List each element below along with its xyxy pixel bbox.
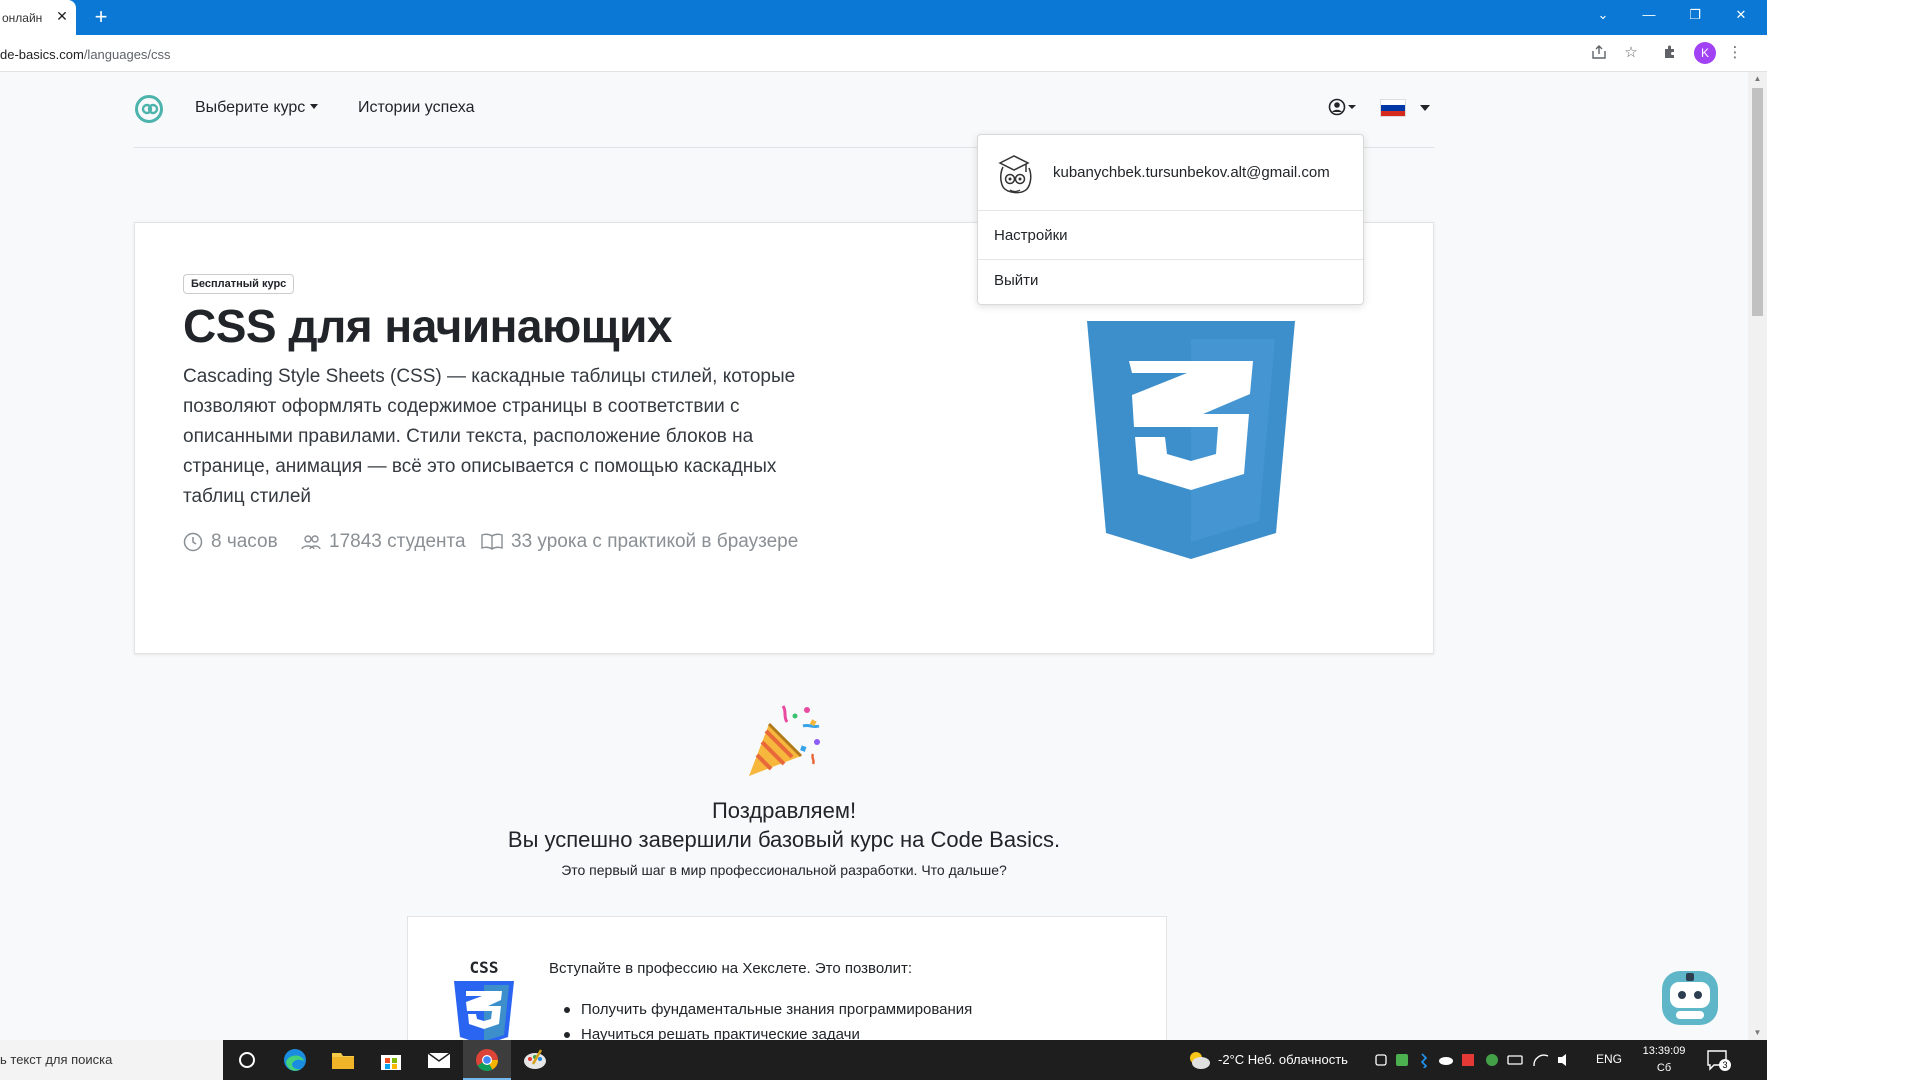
share-icon[interactable]: [1590, 44, 1608, 62]
congrats-subtitle: Вы успешно завершили базовый курс на Cod…: [507, 827, 1061, 852]
microsoft-store-icon[interactable]: [367, 1040, 415, 1080]
chrome-taskbar-icon[interactable]: [463, 1040, 511, 1080]
hexlet-promo-card: CSS Вступайте в профессию на Хекслете. Э…: [407, 916, 1167, 1040]
clock-time: 13:39:09: [1642, 1045, 1686, 1057]
minimize-button[interactable]: —: [1626, 0, 1672, 30]
lessons-text: 33 урока с практикой в браузере: [511, 531, 799, 552]
taskbar-clock[interactable]: 13:39:09 Сб 12.02.22: [1634, 1043, 1694, 1080]
course-description: Cascading Style Sheets (CSS) — каскадные…: [183, 366, 796, 507]
css-logo-text: CSS: [470, 959, 499, 977]
user-dropdown-menu: kubanychbek.tursunbekov.alt@gmail.com На…: [977, 134, 1364, 305]
duration-stat: 8 часов: [183, 531, 278, 553]
book-icon: [481, 533, 503, 550]
system-tray-icons[interactable]: [1374, 1052, 1594, 1068]
extensions-icon[interactable]: [1661, 44, 1679, 62]
duration-text: 8 часов: [211, 531, 278, 552]
dropdown-profile-header: kubanychbek.tursunbekov.alt@gmail.com: [978, 135, 1363, 211]
css3-logo: [1087, 321, 1295, 559]
scroll-up-arrow-icon[interactable]: ▲: [1748, 72, 1767, 86]
profile-avatar[interactable]: K: [1694, 42, 1716, 64]
tab-close-icon[interactable]: ✕: [54, 8, 70, 24]
user-circle-icon: [1328, 98, 1356, 116]
edge-icon[interactable]: [271, 1040, 319, 1080]
user-menu-button[interactable]: [1326, 96, 1360, 118]
page-viewport: Выберите курс Истории успеха Бесплатный …: [0, 72, 1748, 1040]
people-icon: [301, 535, 321, 550]
clock-date: Сб 12.02.22: [1643, 1062, 1686, 1080]
list-item: Получить фундаментальные знания программ…: [549, 997, 972, 1022]
bookmark-star-icon[interactable]: ☆: [1622, 44, 1640, 62]
search-placeholder: ь текст для поиска: [0, 1052, 113, 1067]
new-tab-button[interactable]: +: [90, 6, 112, 28]
promo-intro: Вступайте в профессию на Хекслете. Это п…: [549, 960, 913, 977]
page-scrollbar[interactable]: ▲ ▼: [1748, 72, 1767, 1040]
task-view-icon[interactable]: [223, 1040, 271, 1080]
chatbot-launcher-icon[interactable]: [1658, 967, 1722, 1029]
students-text: 17843 студента: [329, 531, 466, 552]
url-host: de-basics.com: [0, 47, 84, 62]
scroll-down-arrow-icon[interactable]: ▼: [1748, 1026, 1767, 1040]
restore-button[interactable]: ❐: [1672, 0, 1718, 30]
code-basics-logo[interactable]: [134, 94, 164, 124]
congrats-note: Это первый шаг в мир профессиональной ра…: [561, 862, 1007, 878]
close-window-button[interactable]: ✕: [1718, 0, 1764, 30]
address-bar[interactable]: de-basics.com/languages/css: [0, 39, 1590, 68]
chevron-down-icon: [1420, 105, 1430, 111]
course-stats: 8 часов 17843 студента 33 урока с практи…: [183, 531, 983, 561]
course-menu-dropdown[interactable]: Выберите курс: [195, 99, 318, 117]
promo-benefits-list: Получить фундаментальные знания программ…: [549, 997, 972, 1040]
browser-tab[interactable]: онлайн с ✕: [0, 0, 76, 35]
url-text: de-basics.com/languages/css: [0, 47, 171, 62]
scrollbar-thumb[interactable]: [1752, 88, 1763, 316]
lessons-stat: 33 урока с практикой в браузере: [481, 531, 798, 553]
party-popper-icon: [749, 705, 820, 776]
right-blank-area: [1767, 0, 1920, 1080]
course-title: CSS для начинающих: [183, 300, 672, 352]
user-email: kubanychbek.tursunbekov.alt@gmail.com: [1053, 164, 1330, 181]
url-path: /languages/css: [83, 47, 171, 62]
clock-icon: [183, 532, 203, 552]
tab-search-icon[interactable]: ⌄: [1580, 0, 1626, 30]
notification-count: 3: [1719, 1059, 1731, 1071]
weather-text[interactable]: -2°C Неб. облачность: [1218, 1052, 1348, 1067]
browser-toolbar: de-basics.com/languages/css ☆ K ⋮: [0, 35, 1767, 72]
notification-center-icon[interactable]: 3: [1706, 1049, 1731, 1071]
list-item: Научиться решать практические задачи: [549, 1022, 972, 1040]
windows-taskbar: ь текст для поиска -2°C Неб. облачность: [0, 1040, 1767, 1080]
weather-cloud-sun-icon[interactable]: [1187, 1049, 1211, 1071]
chrome-menu-icon[interactable]: ⋮: [1726, 44, 1744, 62]
logout-menu-item[interactable]: Выйти: [978, 256, 1363, 305]
success-stories-link[interactable]: Истории успеха: [358, 99, 475, 117]
file-explorer-icon[interactable]: [319, 1040, 367, 1080]
language-selector[interactable]: [1380, 99, 1436, 117]
congrats-title: Поздравляем!: [711, 798, 857, 823]
css3-small-logo: CSS: [454, 959, 514, 1040]
tab-title: онлайн с: [2, 10, 46, 25]
russia-flag-icon: [1380, 99, 1406, 117]
desktop-screen: онлайн с ✕ + ⌄ — ❐ ✕ de-basics.com/langu…: [0, 0, 1767, 1080]
mail-icon[interactable]: [415, 1040, 463, 1080]
browser-tab-strip: онлайн с ✕ + ⌄ — ❐ ✕: [0, 0, 1767, 35]
students-stat: 17843 студента: [301, 531, 466, 553]
taskbar-search-box[interactable]: ь текст для поиска: [0, 1040, 223, 1080]
hexlet-avatar-icon: [998, 155, 1032, 194]
paint-icon[interactable]: [511, 1040, 559, 1080]
settings-menu-item[interactable]: Настройки: [978, 211, 1363, 260]
input-language[interactable]: ENG: [1596, 1052, 1622, 1066]
free-course-badge: Бесплатный курс: [183, 274, 295, 294]
